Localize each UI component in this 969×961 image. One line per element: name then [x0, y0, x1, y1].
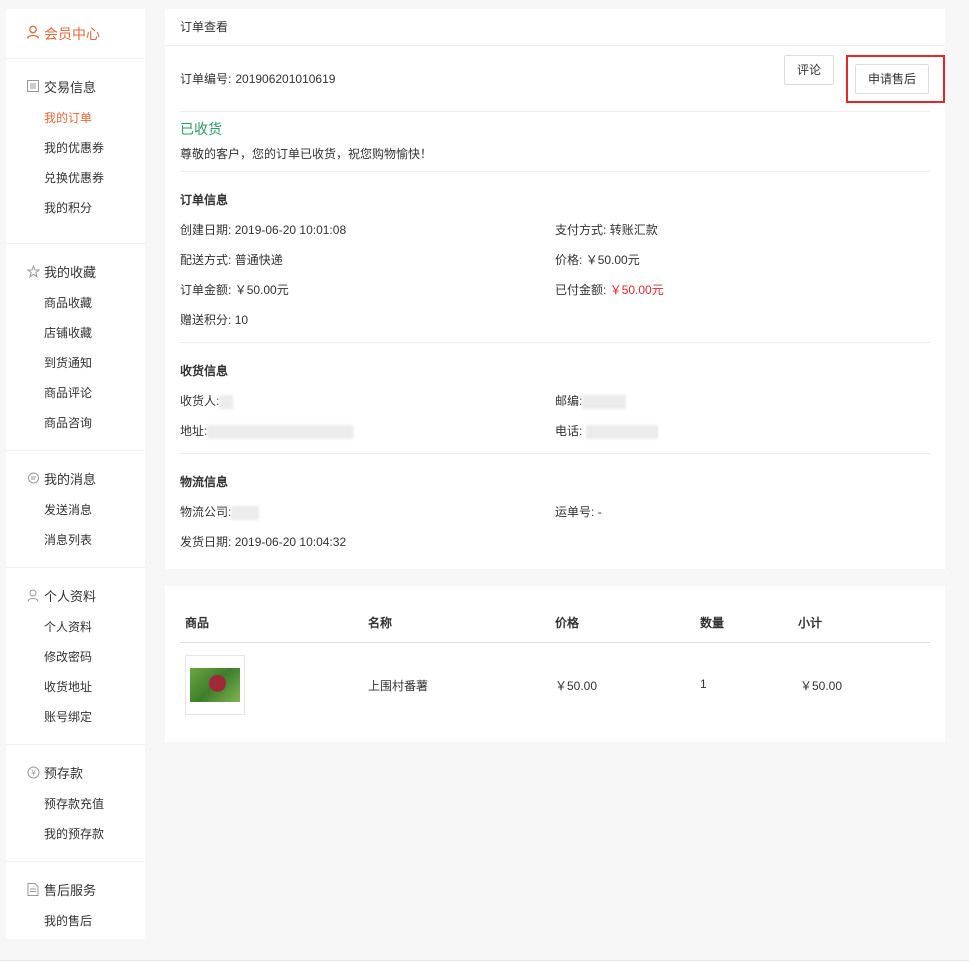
svg-text:¥: ¥: [30, 768, 35, 777]
apply-after-sale-button[interactable]: 申请售后: [854, 63, 929, 94]
order-detail-panel: 订单查看 订单编号: 201906201010619 评论 申请售后 已收货 尊…: [165, 9, 945, 569]
product-name[interactable]: 上围村番薯: [368, 677, 428, 694]
sidebar-item-store-favorites[interactable]: 店铺收藏: [6, 318, 145, 348]
payment-method: 支付方式: 转账汇款: [555, 223, 658, 237]
sidebar-item-message-list[interactable]: 消息列表: [6, 525, 145, 555]
sidebar-item-account-binding[interactable]: 账号绑定: [6, 702, 145, 732]
receiver-name: 收货人:: [180, 392, 234, 409]
sidebar-item-redeem-coupon[interactable]: 兑换优惠券: [6, 163, 145, 193]
order-status: 已收货 尊敬的客户，您的订单已收货，祝您购物愉快！: [180, 119, 432, 162]
shipping-method: 配送方式: 普通快递: [180, 253, 283, 267]
sidebar-group-title: 我的消息: [6, 465, 145, 491]
sidebar-group-messages: 我的消息 发送消息 消息列表: [6, 451, 145, 568]
list-icon: [26, 79, 40, 93]
sidebar-group-title: 售后服务: [6, 876, 145, 902]
user-icon: [26, 588, 40, 602]
section-title: 物流信息: [180, 475, 229, 489]
sidebar-item-my-orders[interactable]: 我的订单: [6, 103, 145, 133]
sidebar-item-personal-info[interactable]: 个人资料: [6, 612, 145, 642]
order-number-row: 订单编号: 201906201010619 评论 申请售后: [180, 46, 945, 112]
sidebar-item-shipping-address[interactable]: 收货地址: [6, 672, 145, 702]
goods-table: 商品 名称 价格 数量 小计 上围村番薯 ￥50.00 1 ￥50.00: [165, 586, 945, 742]
created-date: 创建日期: 2019-06-20 10:01:08: [180, 223, 347, 237]
document-icon: [26, 882, 40, 896]
sidebar: 会员中心 交易信息 我的订单 我的优惠券 兑换优惠券 我的积分 我的收藏 商品收…: [6, 9, 145, 939]
price: 价格: ￥50.00元: [555, 253, 640, 267]
order-actions: 评论 申请售后: [783, 54, 945, 103]
phone: 电话:: [555, 422, 659, 439]
product-quantity: 1: [700, 677, 707, 691]
review-button[interactable]: 评论: [783, 54, 834, 85]
redacted-value: [219, 394, 234, 409]
sidebar-group-deposit: ¥ 预存款 预存款充值 我的预存款: [6, 745, 145, 862]
redacted-value: [586, 424, 659, 439]
redacted-value: [207, 424, 354, 439]
order-number: 201906201010619: [235, 71, 336, 86]
address: 地址:: [180, 422, 354, 439]
sidebar-group-title: ¥ 预存款: [6, 759, 145, 785]
sidebar-item-send-message[interactable]: 发送消息: [6, 495, 145, 525]
status-label: 已收货: [180, 121, 222, 137]
page-title: 订单查看: [165, 9, 945, 46]
column-header: 名称: [368, 616, 393, 630]
redacted-value: [582, 394, 627, 409]
sidebar-group-title: 我的收藏: [6, 258, 145, 284]
sidebar-item-product-reviews[interactable]: 商品评论: [6, 378, 145, 408]
sidebar-group-title: 个人资料: [6, 582, 145, 608]
order-info-section: 订单信息 创建日期: 2019-06-20 10:01:08 支付方式: 转账汇…: [180, 171, 930, 342]
sidebar-item-my-coupons[interactable]: 我的优惠券: [6, 133, 145, 163]
status-message: 尊敬的客户，您的订单已收货，祝您购物愉快！: [180, 147, 433, 161]
section-title: 订单信息: [180, 193, 229, 207]
column-header: 小计: [798, 616, 823, 630]
yen-icon: ¥: [26, 765, 40, 779]
order-number-label: 订单编号:: [180, 72, 232, 86]
member-center-label: 会员中心: [44, 25, 100, 42]
sidebar-item-product-favorites[interactable]: 商品收藏: [6, 288, 145, 318]
sidebar-group-favorites: 我的收藏 商品收藏 店铺收藏 到货通知 商品评论 商品咨询: [6, 244, 145, 451]
bonus-points: 赠送积分: 10: [180, 313, 249, 327]
logistics-company: 物流公司:: [180, 503, 260, 520]
order-amount: 订单金额: ￥50.00元: [180, 283, 289, 297]
table-header: 商品 名称 价格 数量 小计: [180, 586, 930, 643]
redacted-value: [231, 505, 260, 520]
column-header: 数量: [700, 616, 725, 630]
product-image: [190, 668, 240, 702]
sidebar-item-arrival-notice[interactable]: 到货通知: [6, 348, 145, 378]
message-icon: [26, 471, 40, 485]
sidebar-group-after-sale: 售后服务 我的售后: [6, 862, 145, 946]
sidebar-item-my-after-sales[interactable]: 我的售后: [6, 906, 145, 936]
sidebar-item-deposit-recharge[interactable]: 预存款充值: [6, 789, 145, 819]
member-center-header[interactable]: 会员中心: [6, 9, 145, 59]
sidebar-item-change-password[interactable]: 修改密码: [6, 642, 145, 672]
product-thumbnail[interactable]: [185, 655, 245, 715]
star-icon: [26, 264, 40, 278]
product-subtotal: ￥50.00: [800, 679, 843, 693]
logistics-info-section: 物流信息 物流公司: 运单号: - 发货日期: 2019-06-20 10:04…: [180, 453, 930, 559]
sidebar-group-title: 交易信息: [6, 73, 145, 99]
user-icon: [26, 25, 40, 42]
sidebar-group-profile: 个人资料 个人资料 修改密码 收货地址 账号绑定: [6, 568, 145, 745]
ship-date: 发货日期: 2019-06-20 10:04:32: [180, 535, 347, 549]
column-header: 价格: [555, 616, 580, 630]
sidebar-item-my-deposit[interactable]: 我的预存款: [6, 819, 145, 849]
column-header: 商品: [185, 616, 210, 630]
tracking-number: 运单号: -: [555, 505, 602, 519]
sidebar-item-product-inquiries[interactable]: 商品咨询: [6, 408, 145, 438]
section-title: 收货信息: [180, 364, 229, 378]
zip-code: 邮编:: [555, 392, 627, 409]
paid-amount: 已付金额: ￥50.00元: [555, 283, 664, 297]
product-price: ￥50.00: [555, 679, 598, 693]
sidebar-item-my-points[interactable]: 我的积分: [6, 193, 145, 223]
sidebar-group-trade: 交易信息 我的订单 我的优惠券 兑换优惠券 我的积分: [6, 59, 145, 244]
after-sale-highlight: 申请售后: [845, 54, 945, 103]
receiver-info-section: 收货信息 收货人: 邮编: 地址: 电话:: [180, 342, 930, 453]
